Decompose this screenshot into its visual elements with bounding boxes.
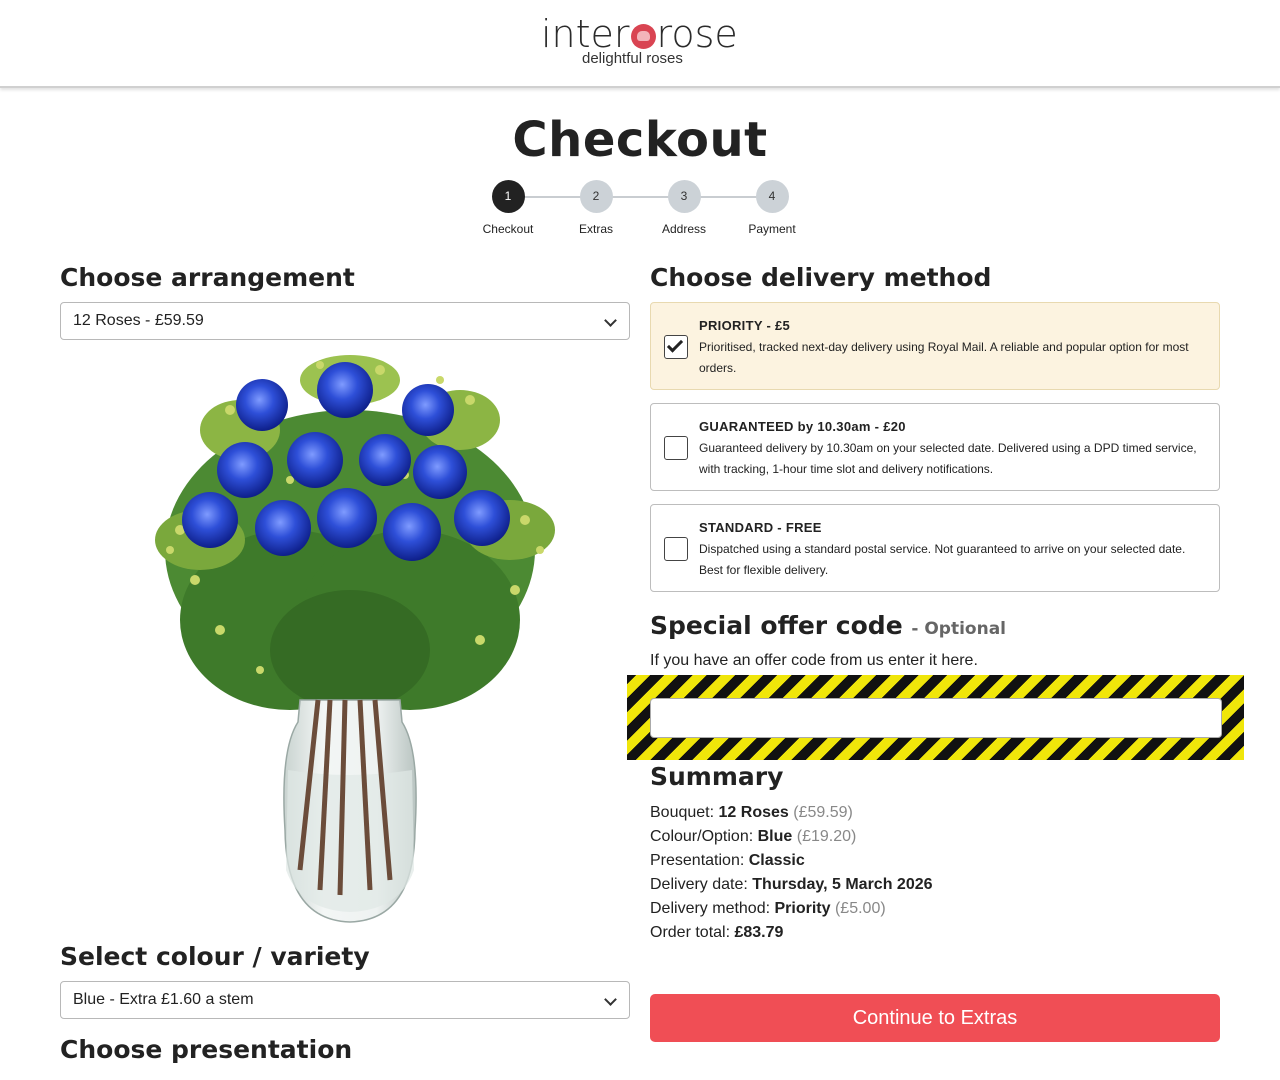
summary-label: Delivery method: [650, 900, 771, 917]
offer-heading: Special offer code - Optional [650, 611, 1006, 640]
delivery-heading: Choose delivery method [650, 263, 992, 292]
delivery-option-guaranteed[interactable]: GUARANTEED by 10.30am - £20 Guaranteed d… [650, 403, 1220, 491]
step-number: 4 [755, 180, 789, 213]
order-summary: Bouquet: 12 Roses (£59.59) Colour/Option… [650, 801, 933, 945]
step-label: Extras [578, 222, 613, 236]
colour-heading: Select colour / variety [60, 942, 370, 971]
offer-code-input[interactable] [650, 698, 1222, 738]
summary-total-value: £83.79 [734, 924, 784, 941]
summary-price: (£59.59) [793, 804, 853, 821]
summary-price: (£19.20) [796, 828, 857, 845]
summary-price: (£5.00) [834, 900, 886, 917]
priority-checkbox[interactable] [664, 335, 688, 359]
checkmark-icon [666, 336, 684, 353]
summary-delivery-date: Delivery date: Thursday, 5 March 2026 [650, 873, 933, 897]
arrangement-selected-value: 12 Roses - £59.59 [73, 312, 204, 329]
chevron-down-icon [604, 314, 617, 327]
summary-heading: Summary [650, 762, 784, 791]
guaranteed-checkbox[interactable] [664, 436, 688, 460]
summary-delivery-method: Delivery method: Priority (£5.00) [650, 897, 933, 921]
delivery-option-description: Prioritised, tracked next-day delivery u… [699, 340, 1189, 375]
summary-label: Presentation: [650, 852, 745, 869]
offer-help-text: If you have an offer code from us enter … [650, 652, 978, 669]
delivery-option-description: Dispatched using a standard postal servi… [699, 542, 1186, 577]
continue-to-extras-button[interactable]: Continue to Extras [650, 994, 1220, 1042]
summary-order-total: Order total: £83.79 [650, 921, 933, 945]
delivery-option-standard[interactable]: STANDARD - FREE Dispatched using a stand… [650, 504, 1220, 592]
step-checkout: 1 Checkout [468, 180, 548, 236]
page-title: Checkout [512, 112, 768, 168]
bouquet-image [155, 355, 555, 923]
step-number: 2 [579, 180, 613, 213]
arrangement-select[interactable]: 12 Roses - £59.59 [60, 302, 630, 340]
summary-value: Thursday, 5 March 2026 [752, 876, 933, 893]
step-address: 3 Address [644, 180, 724, 236]
step-label: Payment [748, 222, 796, 236]
step-label: Address [661, 222, 707, 236]
site-header: inter rose delightful roses [0, 0, 1280, 88]
chevron-down-icon [604, 993, 617, 1006]
summary-label: Order total: [650, 924, 731, 941]
step-extras: 2 Extras [556, 180, 636, 236]
summary-value: 12 Roses [718, 804, 789, 821]
brand-logo[interactable]: inter rose delightful roses [541, 10, 741, 72]
optional-label: - Optional [911, 619, 1007, 639]
rose-logo-icon [630, 24, 656, 49]
summary-value: Blue [757, 828, 793, 845]
delivery-option-title: GUARANTEED by 10.30am - £20 [699, 419, 906, 434]
delivery-option-title: STANDARD - FREE [699, 520, 822, 535]
logo-tagline: delightful roses [582, 50, 683, 67]
glass-vase [283, 699, 417, 923]
step-number: 1 [491, 180, 525, 213]
offer-heading-text: Special offer code [650, 611, 903, 640]
summary-colour: Colour/Option: Blue (£19.20) [650, 825, 933, 849]
summary-label: Colour/Option: [650, 828, 754, 845]
summary-value: Priority [774, 900, 831, 917]
arrangement-heading: Choose arrangement [60, 263, 355, 292]
standard-checkbox[interactable] [664, 537, 688, 561]
delivery-option-priority[interactable]: PRIORITY - £5 Prioritised, tracked next-… [650, 302, 1220, 390]
step-number: 3 [667, 180, 701, 213]
summary-presentation: Presentation: Classic [650, 849, 933, 873]
summary-label: Bouquet: [650, 804, 715, 821]
step-label: Checkout [482, 222, 534, 236]
colour-selected-value: Blue - Extra £1.60 a stem [73, 991, 254, 1008]
checkout-progress: 1 Checkout 2 Extras 3 Address 4 Payment [470, 180, 810, 240]
summary-label: Delivery date: [650, 876, 748, 893]
summary-bouquet: Bouquet: 12 Roses (£59.59) [650, 801, 933, 825]
step-payment: 4 Payment [732, 180, 812, 236]
summary-value: Classic [748, 852, 805, 869]
colour-select[interactable]: Blue - Extra £1.60 a stem [60, 981, 630, 1019]
presentation-heading: Choose presentation [60, 1035, 353, 1064]
delivery-option-description: Guaranteed delivery by 10.30am on your s… [699, 441, 1197, 476]
delivery-option-title: PRIORITY - £5 [699, 318, 791, 333]
